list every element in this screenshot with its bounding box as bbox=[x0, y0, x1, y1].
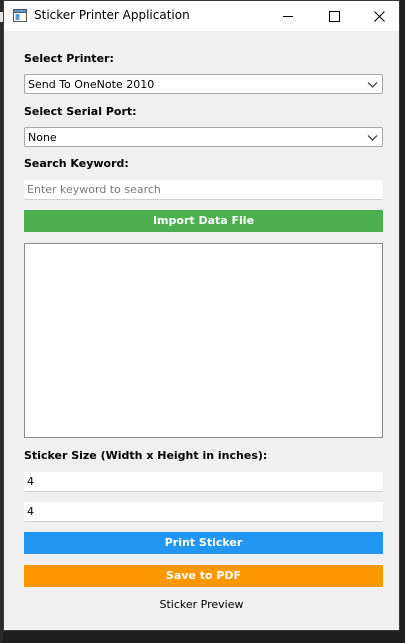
chevron-down-icon bbox=[367, 135, 378, 141]
search-input[interactable] bbox=[24, 180, 383, 200]
close-button[interactable] bbox=[357, 1, 401, 31]
save-pdf-button[interactable]: Save to PDF bbox=[24, 565, 383, 587]
print-sticker-button[interactable]: Print Sticker bbox=[24, 532, 383, 554]
sticker-preview-label: Sticker Preview bbox=[159, 598, 244, 611]
serial-port-label: Select Serial Port: bbox=[24, 105, 137, 118]
import-data-button[interactable]: Import Data File bbox=[24, 210, 383, 232]
printer-label: Select Printer: bbox=[24, 52, 114, 65]
sticker-height-input[interactable] bbox=[24, 502, 383, 522]
close-icon bbox=[373, 10, 385, 22]
maximize-button[interactable] bbox=[312, 1, 356, 31]
sticker-size-label: Sticker Size (Width x Height in inches): bbox=[24, 449, 268, 462]
app-icon bbox=[13, 9, 27, 22]
chevron-down-icon bbox=[367, 82, 378, 88]
data-list-box[interactable] bbox=[24, 243, 383, 438]
sticker-width-input[interactable] bbox=[24, 472, 383, 492]
serial-port-select[interactable]: None bbox=[24, 127, 383, 147]
search-label: Search Keyword: bbox=[24, 157, 129, 170]
printer-select[interactable]: Send To OneNote 2010 bbox=[24, 74, 383, 94]
minimize-button[interactable] bbox=[266, 1, 310, 31]
window-title: Sticker Printer Application bbox=[34, 8, 190, 22]
app-window: Sticker Printer Application Select Print… bbox=[3, 0, 400, 631]
printer-selected-value: Send To OneNote 2010 bbox=[28, 78, 155, 91]
minimize-icon bbox=[282, 15, 293, 17]
maximize-icon bbox=[328, 10, 340, 22]
serial-port-selected-value: None bbox=[28, 131, 57, 144]
title-bar[interactable]: Sticker Printer Application bbox=[4, 1, 399, 31]
